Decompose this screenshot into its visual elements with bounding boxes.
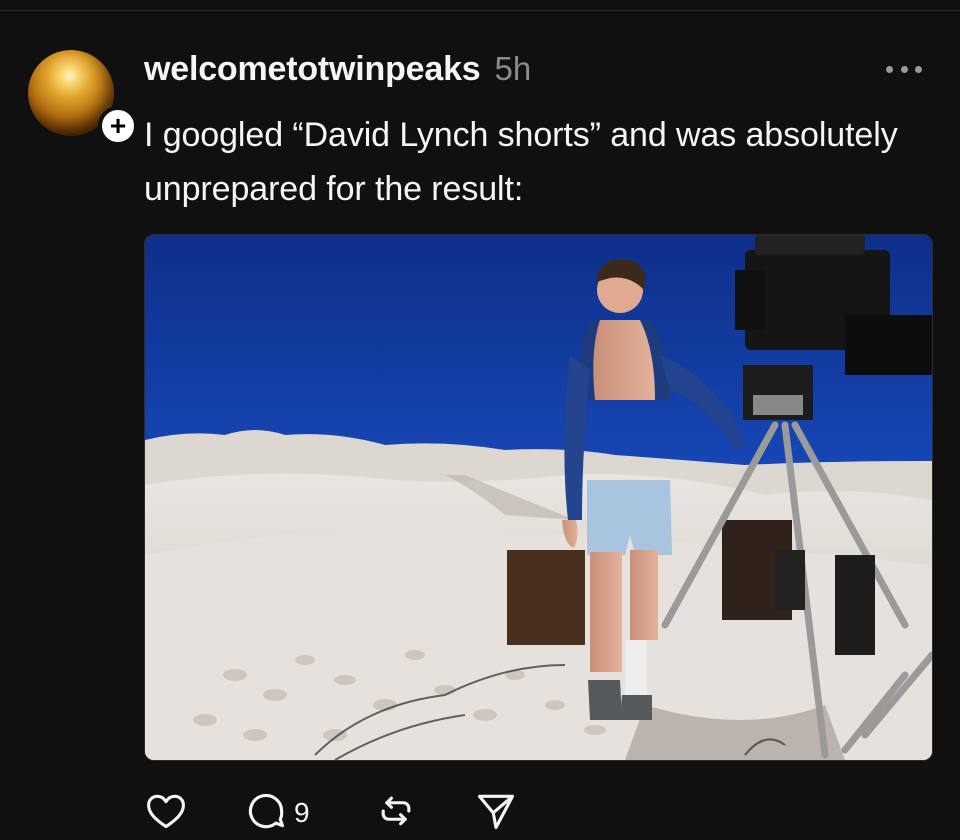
heart-icon <box>144 789 188 838</box>
comment-icon <box>244 789 288 838</box>
share-button[interactable] <box>474 790 518 836</box>
post-timestamp: 5h <box>494 50 532 87</box>
send-icon <box>474 789 518 838</box>
repost-button[interactable] <box>374 790 418 836</box>
avatar-container[interactable]: + <box>28 50 138 146</box>
reply-count: 9 <box>294 797 310 828</box>
repost-icon <box>374 789 418 838</box>
more-options-icon[interactable] <box>886 62 922 76</box>
thread-post: + welcometotwinpeaks 5h I googled “David… <box>0 0 960 840</box>
post-image[interactable] <box>144 234 933 761</box>
follow-plus-button[interactable]: + <box>98 106 138 146</box>
post-text: I googled “David Lynch shorts” and was a… <box>144 116 898 208</box>
action-bar: 9 <box>144 790 564 836</box>
reply-button[interactable]: 9 <box>244 790 310 836</box>
username[interactable]: welcometotwinpeaks <box>144 50 481 89</box>
like-button[interactable] <box>144 790 188 836</box>
post-header: welcometotwinpeaks 5h <box>144 50 531 94</box>
